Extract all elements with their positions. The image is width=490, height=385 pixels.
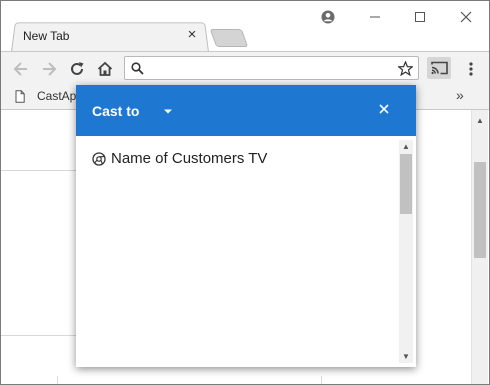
maximize-button[interactable]: [406, 5, 434, 29]
back-button[interactable]: [10, 58, 32, 80]
menu-button[interactable]: [460, 58, 482, 80]
window-close-button[interactable]: [452, 5, 480, 29]
address-bar[interactable]: [124, 56, 419, 80]
cast-icon: [430, 61, 448, 75]
page-divider: [1, 170, 76, 171]
back-icon: [13, 62, 27, 76]
close-icon[interactable]: [376, 101, 392, 117]
home-button[interactable]: [94, 58, 116, 80]
page-icon: [15, 89, 25, 103]
cast-dialog: Cast to Name of Customers TV ▲ ▼: [76, 85, 416, 367]
home-icon: [97, 61, 113, 76]
reload-button[interactable]: [66, 58, 88, 80]
page-divider: [1, 335, 76, 336]
caret-down-icon[interactable]: [162, 105, 174, 117]
sink-list-scrollbar[interactable]: ▲ ▼: [399, 140, 413, 363]
tab-strip: New Tab ×: [1, 1, 489, 52]
forward-icon: [43, 62, 57, 76]
close-icon: [460, 11, 472, 23]
tab-close-button[interactable]: ×: [185, 26, 199, 44]
tab-title: New Tab: [23, 29, 70, 43]
reload-icon: [71, 62, 84, 75]
cast-button[interactable]: [427, 57, 451, 79]
minimize-button[interactable]: [361, 5, 389, 29]
page-scroll-thumb[interactable]: [474, 162, 486, 258]
page-divider: [57, 376, 58, 384]
browser-toolbar: [1, 51, 489, 86]
scroll-up-arrow-icon[interactable]: ▲: [476, 116, 484, 125]
sink-name: Name of Customers TV: [111, 150, 268, 167]
profile-icon[interactable]: [321, 10, 335, 24]
chrome-cast-sink-icon: [92, 151, 106, 166]
bookmark-castap[interactable]: CastAp: [15, 89, 76, 103]
cast-dialog-title[interactable]: Cast to: [92, 103, 139, 119]
sink-list-scroll-thumb[interactable]: [400, 154, 412, 214]
star-icon[interactable]: [398, 61, 413, 76]
page-scrollbar[interactable]: ▲: [471, 110, 488, 384]
minimize-icon: [370, 16, 380, 18]
cast-dialog-header: Cast to: [76, 85, 416, 136]
new-tab-button[interactable]: [209, 29, 249, 47]
scroll-up-arrow-icon[interactable]: ▲: [402, 142, 410, 151]
browser-window: New Tab × CastAp » ▲ Cast to Name of Cus…: [0, 0, 490, 385]
menu-icon: [469, 62, 473, 76]
bookmarks-overflow-button[interactable]: »: [456, 87, 464, 103]
cast-sink-list: Name of Customers TV ▲ ▼: [76, 136, 416, 367]
sink-item[interactable]: Name of Customers TV: [92, 150, 267, 167]
page-divider: [321, 376, 322, 384]
scroll-down-arrow-icon[interactable]: ▼: [402, 352, 410, 361]
search-icon: [131, 62, 144, 75]
maximize-icon: [415, 12, 425, 22]
bookmark-label: CastAp: [37, 89, 77, 103]
forward-button[interactable]: [38, 58, 60, 80]
